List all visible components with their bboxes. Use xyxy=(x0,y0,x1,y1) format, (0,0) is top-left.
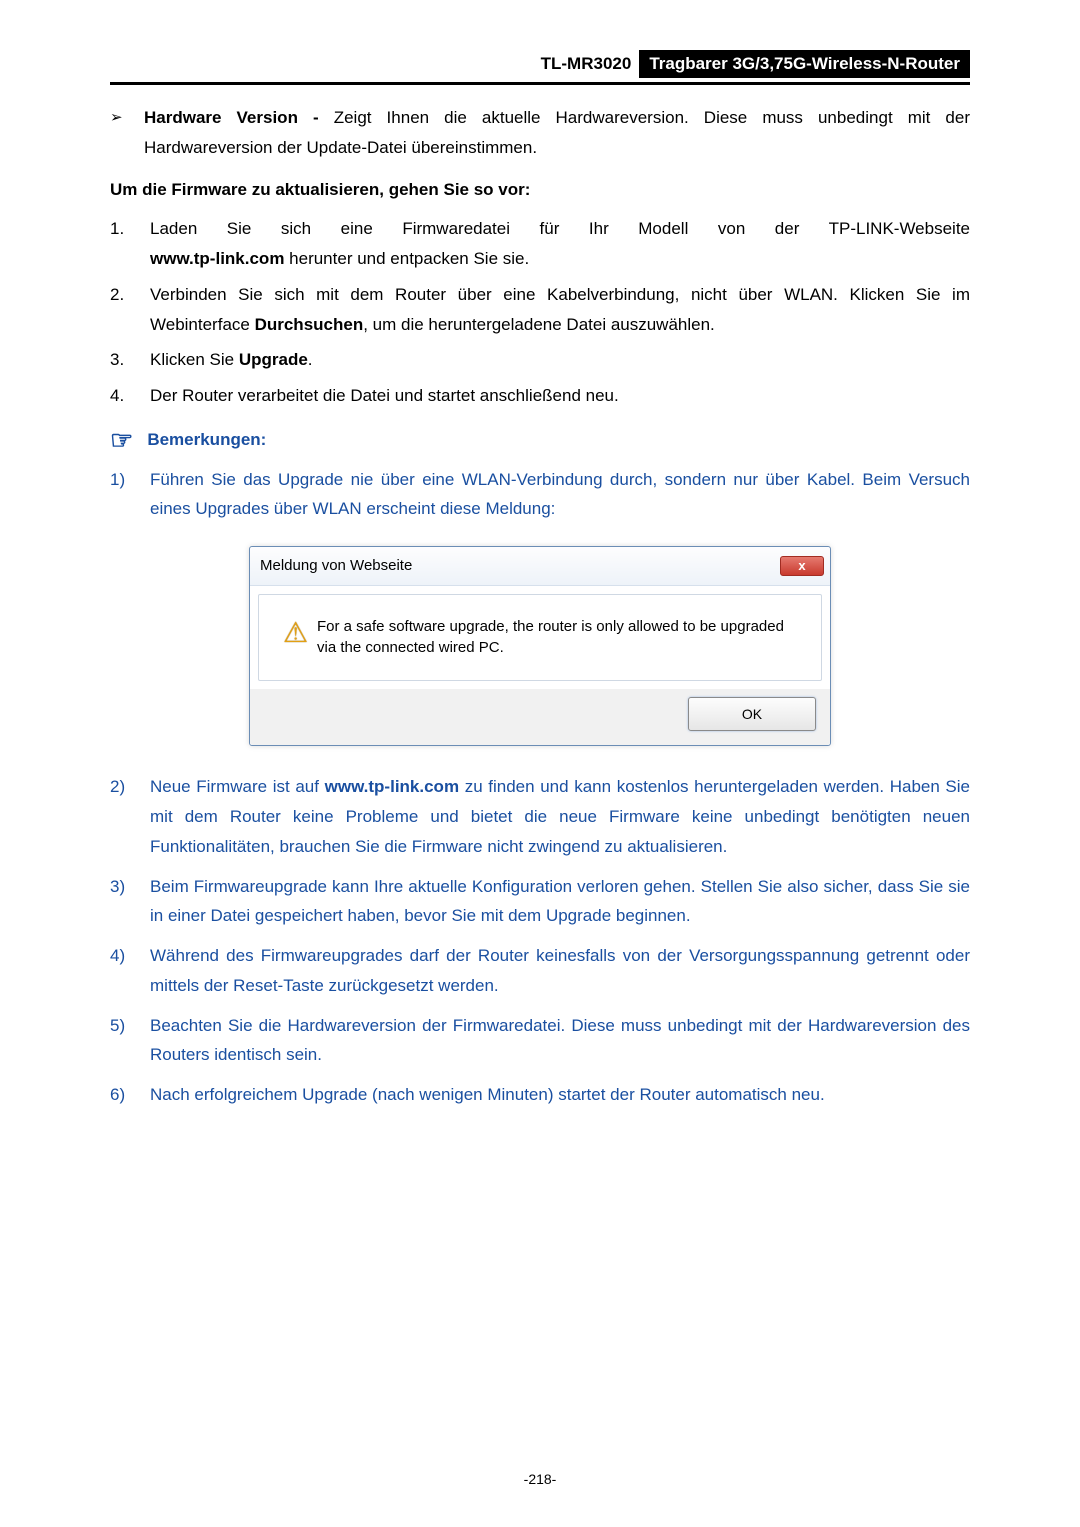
hardware-version-bullet: ➢ Hardware Version - Zeigt Ihnen die akt… xyxy=(110,103,970,163)
warning-icon: ⚠ xyxy=(283,617,317,658)
step-number: 4. xyxy=(110,381,150,411)
note-text: Beachten Sie die Hardwareversion der Fir… xyxy=(150,1011,970,1071)
note-number: 2) xyxy=(110,772,150,861)
note-number: 4) xyxy=(110,941,150,1001)
dialog-message: For a safe software upgrade, the router … xyxy=(317,617,803,658)
bullet-text: Hardware Version - Zeigt Ihnen die aktue… xyxy=(144,103,970,163)
step-item: 4. Der Router verarbeitet die Datei und … xyxy=(110,381,970,411)
notes-heading-row: ☞ Bemerkungen: xyxy=(110,425,970,455)
step-item: 3. Klicken Sie Upgrade. xyxy=(110,345,970,375)
close-icon[interactable]: x xyxy=(780,556,824,576)
note-number: 1) xyxy=(110,465,150,525)
bullet-arrow-icon: ➢ xyxy=(110,103,144,163)
note-item: 3) Beim Firmwareupgrade kann Ihre aktuel… xyxy=(110,872,970,932)
note-item: 5) Beachten Sie die Hardwareversion der … xyxy=(110,1011,970,1071)
note-text: Führen Sie das Upgrade nie über eine WLA… xyxy=(150,465,970,525)
note-text: Nach erfolgreichem Upgrade (nach wenigen… xyxy=(150,1080,970,1110)
steps-heading: Um die Firmware zu aktualisieren, gehen … xyxy=(110,175,970,205)
bullet-label: Hardware Version - xyxy=(144,108,334,127)
step-text: Klicken Sie Upgrade. xyxy=(150,345,970,375)
page-number: -218- xyxy=(0,1471,1080,1487)
note-number: 6) xyxy=(110,1080,150,1110)
note-number: 5) xyxy=(110,1011,150,1071)
dialog-body: ⚠ For a safe software upgrade, the route… xyxy=(258,594,822,681)
notes-list-rest: 2) Neue Firmware ist auf www.tp-link.com… xyxy=(110,772,970,1110)
step-item: 1. Laden Sie sich eine Firmwaredatei für… xyxy=(110,214,970,274)
step-number: 3. xyxy=(110,345,150,375)
steps-list: 1. Laden Sie sich eine Firmwaredatei für… xyxy=(110,214,970,411)
dialog-titlebar: Meldung von Webseite x xyxy=(250,547,830,586)
dialog-window: Meldung von Webseite x ⚠ For a safe soft… xyxy=(249,546,831,746)
header-model: TL-MR3020 xyxy=(541,50,640,78)
page-header: TL-MR3020 Tragbarer 3G/3,75G-Wireless-N-… xyxy=(110,50,970,78)
header-rule xyxy=(110,82,970,85)
dialog-title-text: Meldung von Webseite xyxy=(260,553,412,579)
note-text: Neue Firmware ist auf www.tp-link.com zu… xyxy=(150,772,970,861)
step-text: Laden Sie sich eine Firmwaredatei für Ih… xyxy=(150,214,970,274)
note-item: 4) Während des Firmwareupgrades darf der… xyxy=(110,941,970,1001)
note-item: 2) Neue Firmware ist auf www.tp-link.com… xyxy=(110,772,970,861)
ok-button[interactable]: OK xyxy=(688,697,816,732)
notes-list: 1) Führen Sie das Upgrade nie über eine … xyxy=(110,465,970,525)
step-text: Verbinden Sie sich mit dem Router über e… xyxy=(150,280,970,340)
note-item: 6) Nach erfolgreichem Upgrade (nach weni… xyxy=(110,1080,970,1110)
notes-heading: Bemerkungen: xyxy=(147,425,266,455)
note-text: Beim Firmwareupgrade kann Ihre aktuelle … xyxy=(150,872,970,932)
step-text: Der Router verarbeitet die Datei und sta… xyxy=(150,381,970,411)
dialog-screenshot: Meldung von Webseite x ⚠ For a safe soft… xyxy=(110,546,970,746)
note-number: 3) xyxy=(110,872,150,932)
step-number: 1. xyxy=(110,214,150,274)
dialog-footer: OK xyxy=(250,689,830,746)
header-subtitle: Tragbarer 3G/3,75G-Wireless-N-Router xyxy=(639,50,970,78)
step-item: 2. Verbinden Sie sich mit dem Router übe… xyxy=(110,280,970,340)
note-item: 1) Führen Sie das Upgrade nie über eine … xyxy=(110,465,970,525)
step-number: 2. xyxy=(110,280,150,340)
pointing-hand-icon: ☞ xyxy=(110,427,133,453)
note-text: Während des Firmwareupgrades darf der Ro… xyxy=(150,941,970,1001)
